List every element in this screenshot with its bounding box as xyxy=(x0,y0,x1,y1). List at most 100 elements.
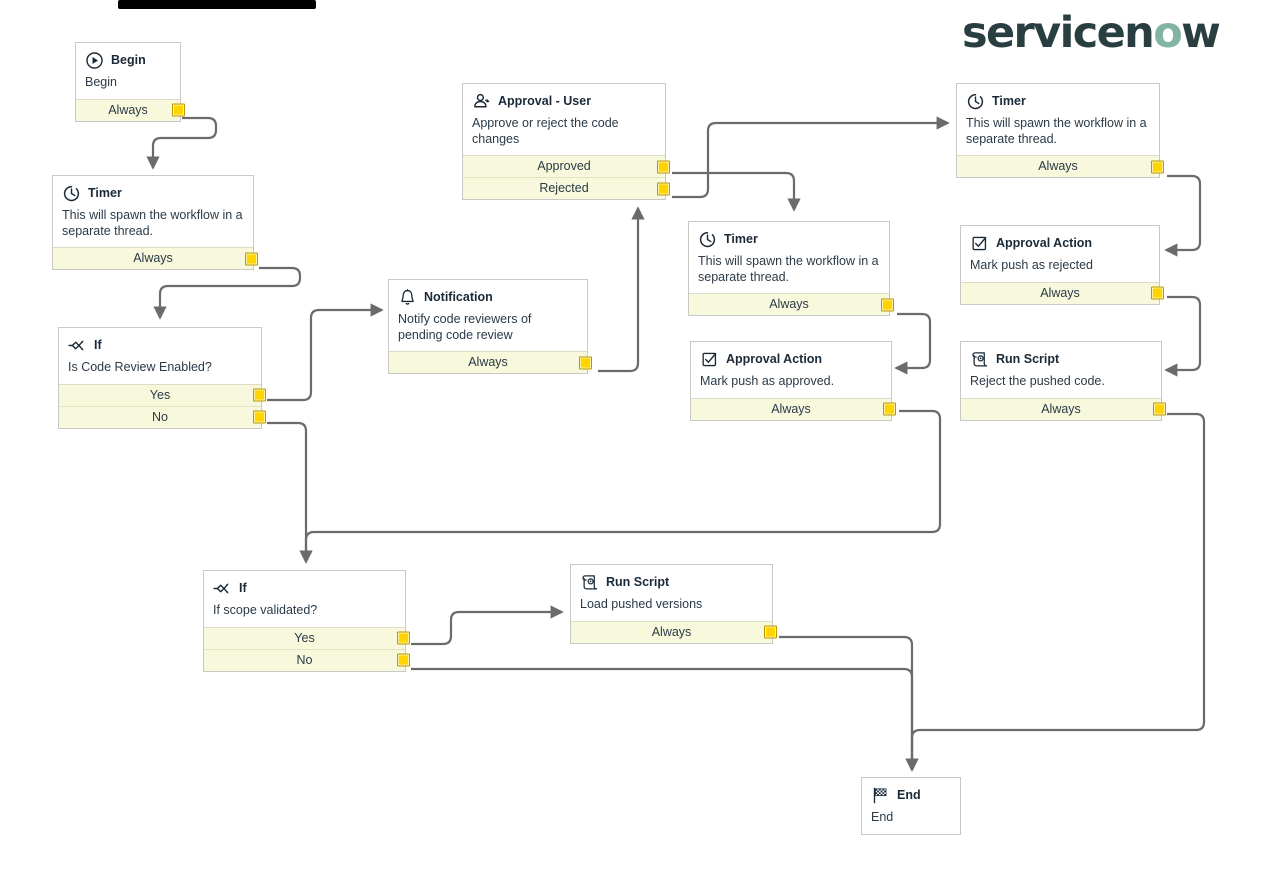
port-knob-icon[interactable] xyxy=(397,631,410,645)
node-approval-action-rejected-title: Approval Action xyxy=(996,236,1093,250)
port-knob-icon[interactable] xyxy=(657,160,670,173)
node-approval-user-body: Approval - User Approve or reject the co… xyxy=(463,84,665,155)
port-knob-icon[interactable] xyxy=(883,402,896,416)
node-timer-right-header: Timer xyxy=(966,91,1150,111)
port-timer-right-always[interactable]: Always xyxy=(957,156,1164,177)
node-run-script-load[interactable]: Run Script Load pushed versions Always xyxy=(570,564,777,644)
port-begin-always[interactable]: Always xyxy=(76,99,185,121)
checkbox-icon xyxy=(702,352,717,366)
port-knob-icon[interactable] xyxy=(657,182,670,195)
link-if-scope-no-to-end xyxy=(411,667,919,772)
port-approval-user-rejected[interactable]: Rejected xyxy=(463,178,670,199)
bell-icon xyxy=(401,288,414,305)
timer-icon xyxy=(967,93,984,109)
node-run-script-reject-ports: Always xyxy=(961,397,1166,420)
port-timer-right-always-label: Always xyxy=(1038,159,1078,173)
logo-text-accent-o: o xyxy=(1153,8,1183,58)
port-notification-always[interactable]: Always xyxy=(389,352,592,373)
node-notification-body: Notification Notify code reviewers of pe… xyxy=(389,280,587,351)
port-if-scope-yes[interactable]: Yes xyxy=(204,627,410,650)
port-approval-user-approved-label: Approved xyxy=(537,159,591,173)
node-notification-title: Notification xyxy=(424,290,493,304)
logo-text-part2: w xyxy=(1181,8,1221,58)
port-knob-icon[interactable] xyxy=(764,625,777,639)
port-run-script-load-always[interactable]: Always xyxy=(571,621,777,643)
node-if-scope-ports: Yes No xyxy=(204,626,410,671)
port-knob-icon[interactable] xyxy=(245,252,258,265)
node-begin[interactable]: Begin Begin Always xyxy=(75,42,185,122)
node-timer-mid-desc: This will spawn the workflow in a separa… xyxy=(698,254,879,284)
node-timer-mid[interactable]: Timer This will spawn the workflow in a … xyxy=(688,221,894,316)
play-circle-icon xyxy=(86,51,103,69)
node-if-code-review-header: If xyxy=(68,335,252,355)
node-notification[interactable]: Notification Notify code reviewers of pe… xyxy=(388,279,592,374)
link-begin-to-timer-left xyxy=(146,116,218,170)
node-run-script-reject-header: Run Script xyxy=(970,349,1152,369)
node-if-scope-title: If xyxy=(239,581,247,595)
port-knob-icon[interactable] xyxy=(253,388,266,402)
link-approved-to-timer-mid xyxy=(672,171,801,212)
node-approval-action-approved-header: Approval Action xyxy=(700,349,882,369)
port-knob-icon[interactable] xyxy=(172,103,185,117)
node-run-script-load-title: Run Script xyxy=(606,575,670,589)
node-begin-ports: Always xyxy=(76,98,185,121)
if-branch-icon xyxy=(68,339,84,351)
node-approval-user[interactable]: Approval - User Approve or reject the co… xyxy=(462,83,670,200)
port-timer-mid-always[interactable]: Always xyxy=(689,294,894,315)
servicenow-logo: servicenow xyxy=(962,12,1221,55)
node-begin-title: Begin xyxy=(111,53,146,67)
port-knob-icon[interactable] xyxy=(1151,286,1164,300)
port-approval-action-rejected-always[interactable]: Always xyxy=(961,282,1164,304)
port-timer-left-always[interactable]: Always xyxy=(53,248,258,269)
node-end-header: End xyxy=(871,785,951,805)
top-black-bar xyxy=(118,0,316,9)
node-approval-action-approved-body: Approval Action Mark push as approved. xyxy=(691,342,891,398)
link-approval-rejected-to-run-script xyxy=(1164,295,1202,377)
port-knob-icon[interactable] xyxy=(881,298,894,311)
port-if-code-review-yes[interactable]: Yes xyxy=(59,384,266,407)
node-timer-left-header: Timer xyxy=(62,183,244,203)
node-timer-right-ports: Always xyxy=(957,155,1164,177)
port-if-code-review-no[interactable]: No xyxy=(59,406,266,428)
port-knob-icon[interactable] xyxy=(1153,402,1166,416)
port-knob-icon[interactable] xyxy=(253,410,266,424)
link-rejected-to-timer-right xyxy=(672,116,950,199)
node-approval-action-approved[interactable]: Approval Action Mark push as approved. A… xyxy=(690,341,896,421)
port-if-scope-no[interactable]: No xyxy=(204,649,410,671)
port-run-script-reject-always-label: Always xyxy=(1041,401,1081,416)
link-if-yes-to-notification xyxy=(267,303,384,402)
link-notification-to-approval-user xyxy=(598,206,645,373)
port-approval-user-rejected-label: Rejected xyxy=(539,181,589,195)
port-run-script-load-always-label: Always xyxy=(651,624,692,639)
node-timer-left-title: Timer xyxy=(88,186,122,200)
link-timer-mid-to-approval-action xyxy=(894,312,932,375)
node-timer-left-desc: This will spawn the workflow in a separa… xyxy=(62,208,243,238)
checkered-flag-icon xyxy=(873,787,887,803)
port-approval-user-approved[interactable]: Approved xyxy=(463,156,670,178)
node-approval-action-rejected-body: Approval Action Mark push as rejected xyxy=(961,226,1159,282)
node-end-body: End End xyxy=(862,778,960,834)
link-run-script-reject-to-end xyxy=(905,412,1206,772)
port-knob-icon[interactable] xyxy=(397,653,410,667)
node-timer-right[interactable]: Timer This will spawn the workflow in a … xyxy=(956,83,1164,178)
port-approval-action-approved-always[interactable]: Always xyxy=(691,398,896,420)
link-approval-approved-to-if-scope xyxy=(299,409,942,564)
node-timer-left[interactable]: Timer This will spawn the workflow in a … xyxy=(52,175,258,270)
port-knob-icon[interactable] xyxy=(579,356,592,369)
node-approval-action-approved-title: Approval Action xyxy=(726,352,823,366)
node-if-code-review-body: If Is Code Review Enabled? xyxy=(59,328,261,384)
port-run-script-reject-always[interactable]: Always xyxy=(961,398,1166,420)
node-run-script-load-ports: Always xyxy=(571,620,777,643)
node-if-code-review[interactable]: If Is Code Review Enabled? Yes No xyxy=(58,327,266,429)
node-approval-action-rejected[interactable]: Approval Action Mark push as rejected Al… xyxy=(960,225,1164,305)
node-run-script-reject[interactable]: Run Script Reject the pushed code. Alway… xyxy=(960,341,1166,421)
node-timer-mid-body: Timer This will spawn the workflow in a … xyxy=(689,222,889,293)
node-if-scope[interactable]: If If scope validated? Yes No xyxy=(203,570,410,672)
port-notification-always-label: Always xyxy=(468,355,508,369)
node-end[interactable]: End End xyxy=(861,777,961,835)
node-begin-body: Begin Begin xyxy=(76,43,180,99)
port-begin-always-label: Always xyxy=(108,102,148,117)
script-icon xyxy=(972,351,988,366)
port-knob-icon[interactable] xyxy=(1151,160,1164,173)
port-if-scope-no-label: No xyxy=(296,652,313,667)
